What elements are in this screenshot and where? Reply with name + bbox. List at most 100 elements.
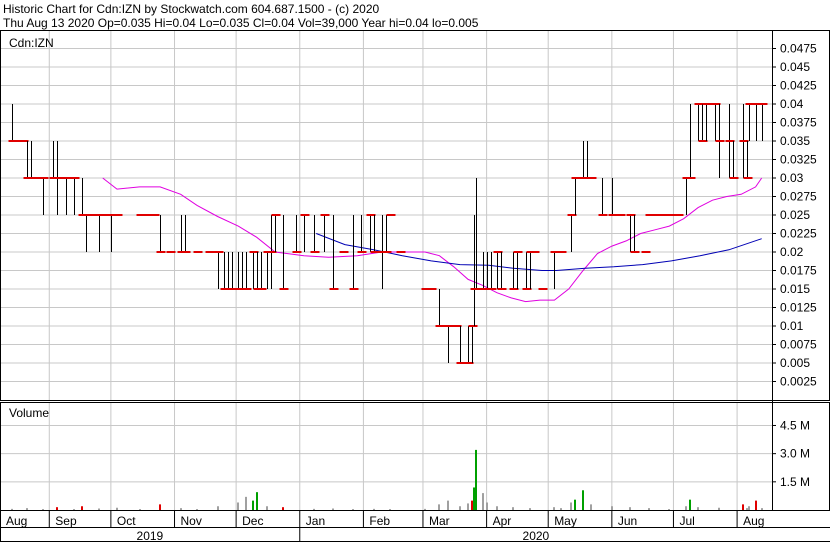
volume-bar (116, 507, 118, 510)
chart-frames (0, 30, 830, 542)
price-tick-label: 0.0425 (780, 79, 817, 93)
volume-tick-label: 4.5 M (780, 418, 810, 432)
price-bar (427, 288, 437, 290)
month-label: Dec (242, 514, 263, 528)
volume-bar (746, 508, 748, 510)
price-bar (557, 251, 567, 253)
volume-bar (496, 506, 498, 510)
price-bar (396, 251, 406, 253)
price-bar (53, 141, 63, 215)
year-label: 2020 (523, 529, 550, 543)
volume-bar (180, 508, 182, 510)
volume-bar (252, 500, 254, 510)
price-tick-label: 0.0125 (780, 301, 817, 315)
month-label: Aug (743, 514, 764, 528)
price-tick-label: 0.04 (780, 97, 804, 111)
month-label: Jul (679, 514, 694, 528)
volume-bar (574, 499, 576, 510)
volume-bar (332, 508, 334, 510)
price-bar (645, 214, 655, 216)
volume-bar (512, 507, 514, 510)
price-tick-label: 0.0375 (780, 116, 817, 130)
price-tick-label: 0.03 (780, 171, 804, 185)
volume-bar (668, 509, 670, 510)
volume-bars (11, 449, 763, 510)
price-bar (530, 251, 540, 253)
volume-bar (256, 492, 258, 510)
volume-bar (570, 502, 572, 510)
volume-bar (373, 508, 375, 510)
volume-panel-title: Volume (9, 406, 49, 420)
price-bar (166, 251, 176, 253)
price-bar (113, 214, 123, 216)
volume-grid (0, 402, 772, 510)
month-label: Jan (306, 514, 325, 528)
volume-bar (245, 496, 247, 510)
month-label: Jun (618, 514, 637, 528)
month-label: Apr (493, 514, 512, 528)
price-bar (641, 251, 651, 253)
volume-bar (196, 509, 198, 510)
volume-bar (482, 493, 484, 510)
price-bar (616, 214, 626, 216)
volume-bar (486, 502, 488, 510)
volume-bar (11, 508, 13, 510)
price-axis: 0.0475 0.045 0.0425 0.04 0.0375 0.035 0.0325 0.… (772, 42, 817, 389)
price-tick-label: 0.0475 (780, 42, 817, 56)
volume-bar (139, 509, 141, 510)
volume-bar (424, 508, 426, 510)
month-label: Nov (181, 514, 202, 528)
volume-bar (438, 504, 440, 510)
volume-bar (560, 508, 562, 510)
volume-bar (266, 506, 268, 510)
price-bar (715, 104, 725, 178)
volume-bar (611, 506, 613, 510)
volume-bar (755, 500, 757, 510)
volume-bar (761, 508, 763, 510)
volume-bar (742, 504, 744, 510)
price-bar (665, 214, 675, 216)
volume-tick-label: 3.0 M (780, 447, 810, 461)
price-tick-label: 0.0325 (780, 153, 817, 167)
price-bar (674, 214, 684, 216)
volume-bar (529, 508, 531, 510)
price-bar (657, 214, 667, 216)
volume-bar (473, 487, 475, 510)
volume-axis: 4.5 M 3.0 M 1.5 M (772, 418, 810, 489)
volume-bar (648, 508, 650, 510)
month-label: Aug (6, 514, 27, 528)
price-tick-label: 0.0025 (780, 375, 817, 389)
price-bar (538, 288, 548, 290)
volume-bar (217, 506, 219, 510)
volume-bar (467, 503, 469, 510)
volume-bar (459, 506, 461, 510)
month-label: Mar (429, 514, 450, 528)
price-tick-label: 0.025 (780, 208, 810, 222)
price-tick-label: 0.045 (780, 60, 810, 74)
price-tick-label: 0.015 (780, 282, 810, 296)
volume-bar (748, 506, 750, 510)
price-tick-label: 0.0075 (780, 338, 817, 352)
price-bar (339, 251, 349, 253)
volume-bar (582, 490, 584, 510)
volume-bar (471, 500, 473, 510)
volume-bar (26, 508, 28, 510)
volume-bar (475, 449, 477, 510)
volume-bar (685, 506, 687, 510)
month-label: May (554, 514, 577, 528)
volume-bar (237, 502, 239, 510)
price-tick-label: 0.0225 (780, 227, 817, 241)
price-tick-label: 0.0275 (780, 190, 817, 204)
price-bar (142, 214, 152, 216)
price-bar (193, 251, 203, 253)
price-bar (386, 214, 396, 216)
volume-bar (553, 507, 555, 510)
price-bar (150, 214, 160, 216)
volume-bar (447, 500, 449, 510)
volume-bar (81, 506, 83, 510)
volume-bar (73, 509, 75, 510)
volume-bar (352, 509, 354, 510)
price-tick-label: 0.035 (780, 134, 810, 148)
month-label: Feb (369, 514, 390, 528)
stock-chart: Cdn:IZN Volume 0.0475 0.045 0.0425 0.04 0.03… (0, 30, 830, 543)
